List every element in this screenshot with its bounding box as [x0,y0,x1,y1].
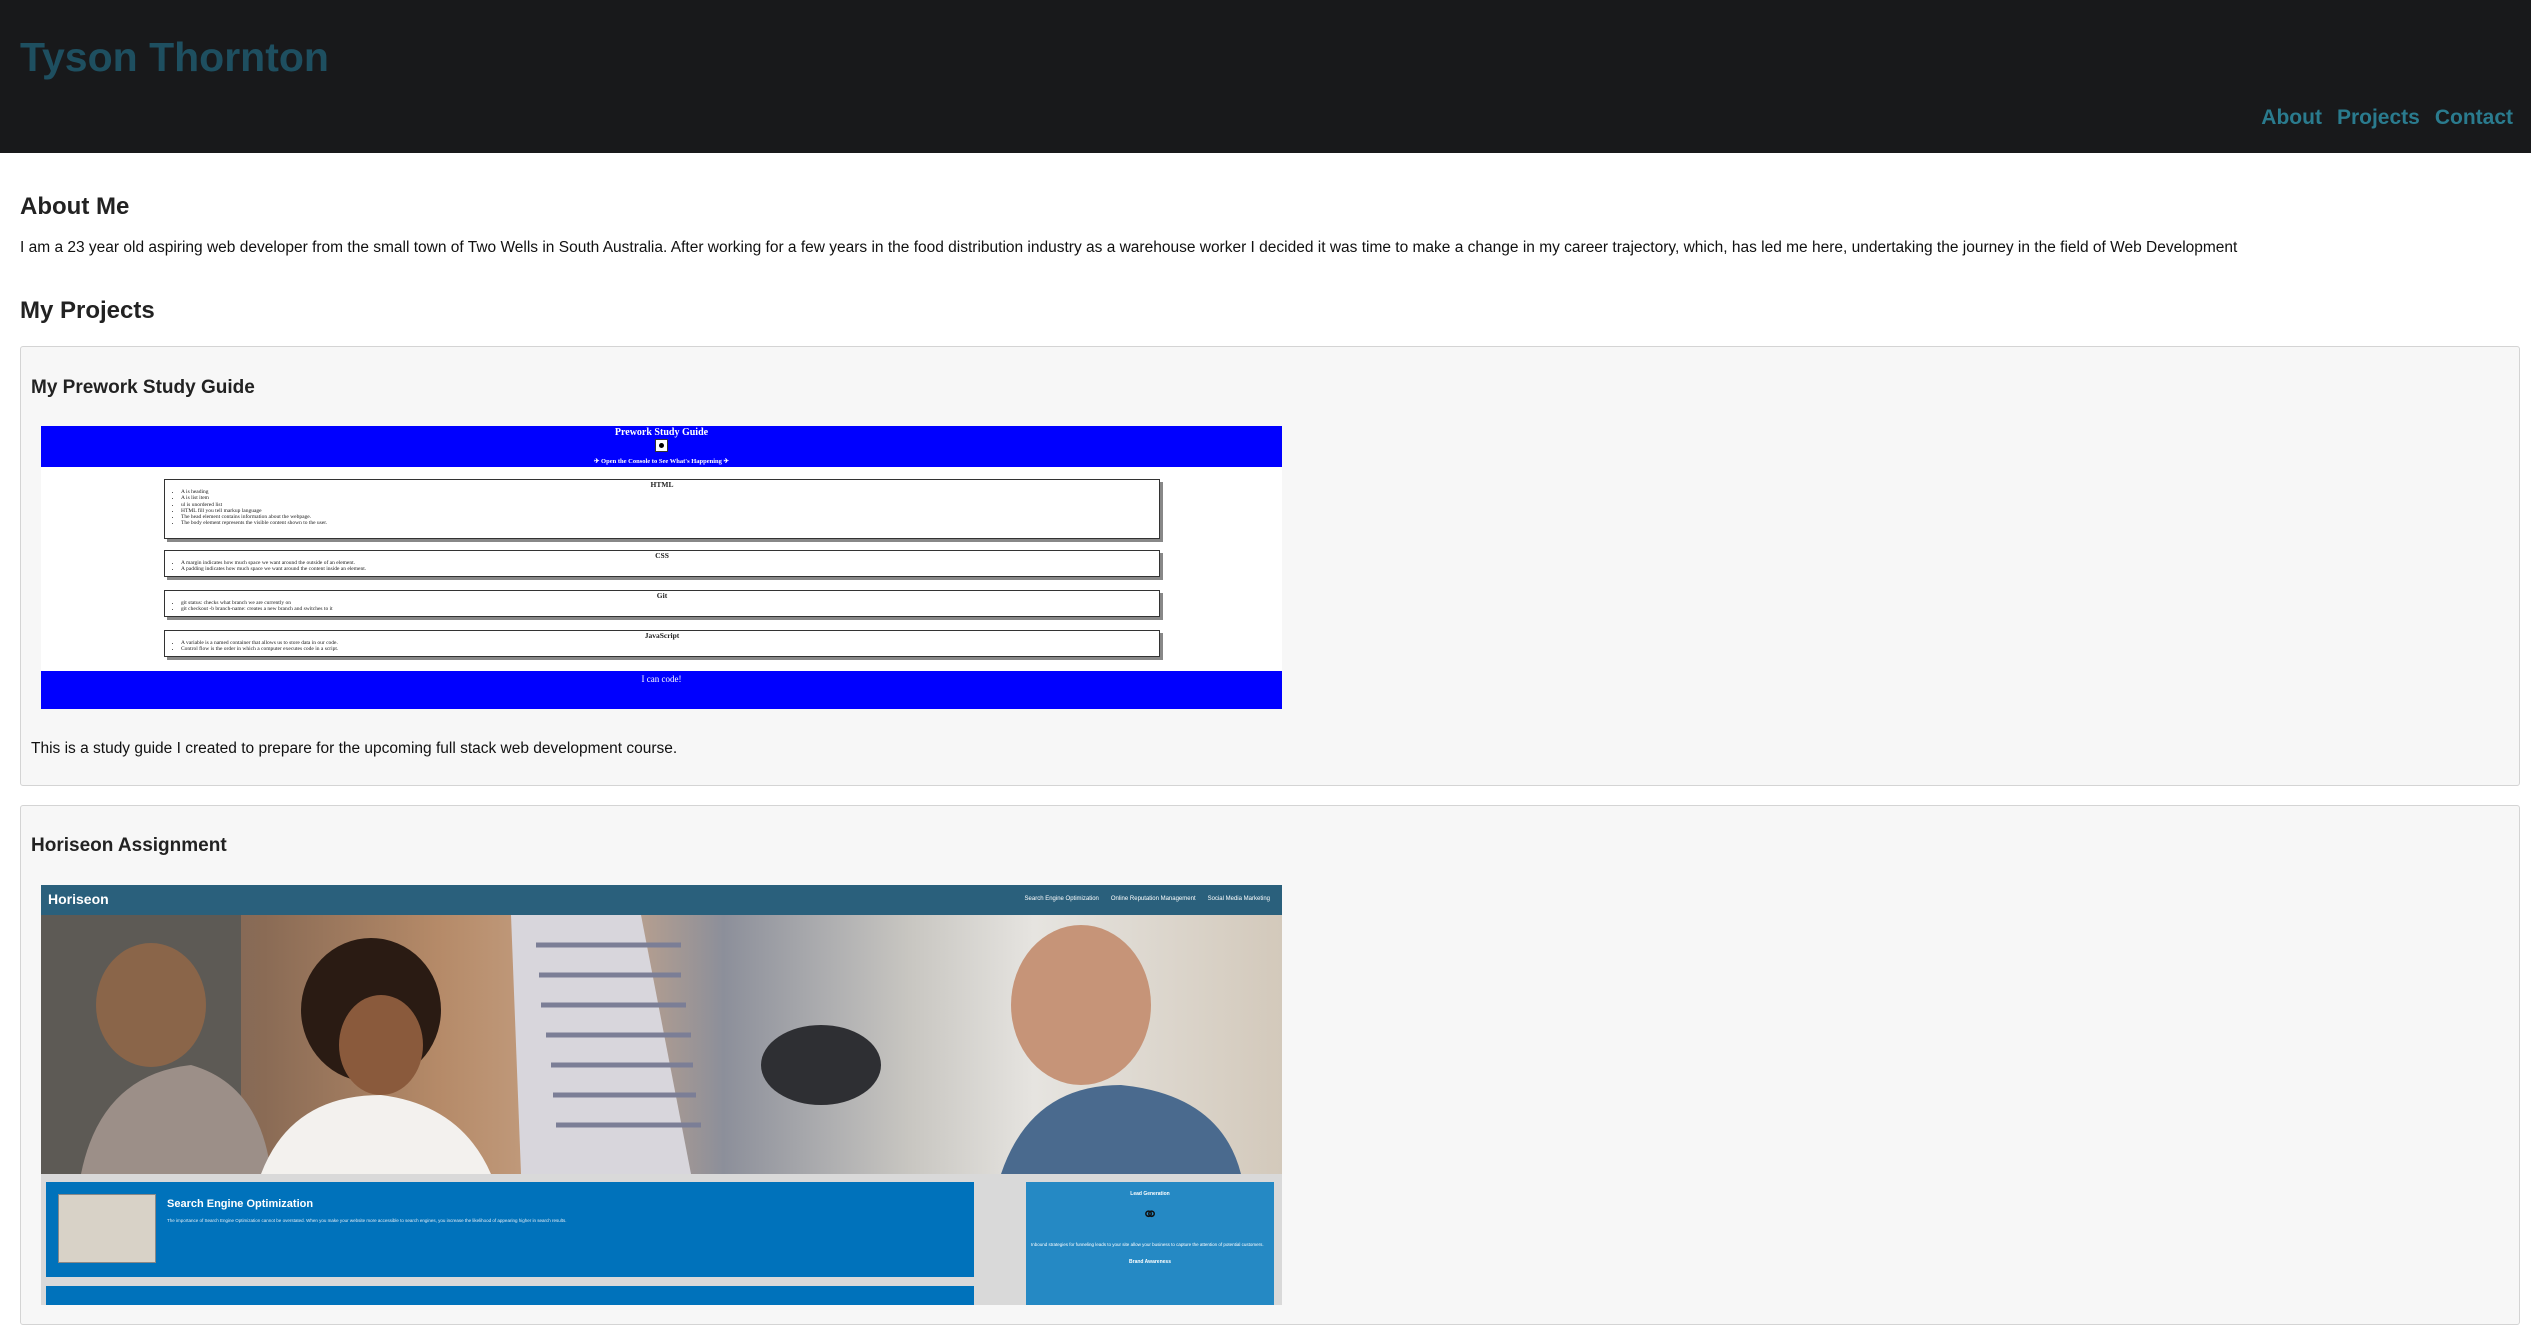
main-nav: About Projects Contact [2261,106,2513,130]
about-heading: About Me [20,193,130,220]
seo-image [58,1194,156,1263]
seo-panel: Search Engine Optimization The importanc… [46,1182,974,1277]
thumb-section-git: Git git status: checks what branch we ar… [164,590,1160,617]
site-header: Tyson Thornton About Projects Contact [0,0,2531,153]
thumb-section-html: HTML A is heading A is list item ul is u… [164,479,1160,539]
aside-title-2: Brand Awareness [1129,1259,1171,1265]
thumb-header: Prework Study Guide ✈ Open the Console t… [41,426,1282,467]
project-card-horiseon: Horiseon Assignment Horiseon Search Engi… [20,805,2520,1325]
benefits-aside: Lead Generation ⚭ Inbound strategies for… [1026,1182,1274,1305]
nav-about-link[interactable]: About [2261,106,2322,130]
nav-contact-link[interactable]: Contact [2435,106,2513,130]
project-title: Horiseon Assignment [31,835,227,856]
about-text: I am a 23 year old aspiring web develope… [20,239,2238,256]
hero-image [41,915,1282,1174]
thumb-title: Prework Study Guide [614,427,709,438]
project-description: This is a study guide I created to prepa… [31,740,678,757]
thumb-section-javascript: JavaScript A variable is a named contain… [164,630,1160,657]
thumb-subtitle: ✈ Open the Console to See What's Happeni… [593,458,729,465]
study-guide-screenshot[interactable]: Prework Study Guide ✈ Open the Console t… [41,426,1282,709]
project-card-study-guide: My Prework Study Guide Prework Study Gui… [20,346,2520,786]
section-title: JavaScript [644,631,680,640]
next-panel [46,1286,974,1305]
list-item: git checkout -b branch-name: creates a n… [181,606,1159,612]
projects-heading: My Projects [20,297,155,324]
list-item: A padding indicates how much space we wa… [181,566,1159,572]
horiseon-screenshot[interactable]: Horiseon Search Engine Optimization Onli… [41,885,1282,1305]
thumb-header: Horiseon Search Engine Optimization Onli… [41,885,1282,915]
list-item: The body element represents the visible … [181,520,1159,526]
hero-people-illustration [41,915,1241,1174]
site-title: Tyson Thornton [20,34,329,80]
horiseon-logo: Horiseon [48,891,109,907]
lightbulb-icon: ⚭ [1141,1204,1159,1226]
thumb-nav-link: Online Reputation Management [1110,896,1196,902]
list-item: Control flow is the order in which a com… [181,646,1159,652]
thumb-nav-link: Social Media Marketing [1207,896,1270,902]
section-title: HTML [650,480,674,489]
thumb-nav-link: Search Engine Optimization [1024,896,1099,902]
panel-text: The importance of Search Engine Optimiza… [167,1218,567,1223]
thumb-nav: Search Engine Optimization Online Reputa… [1025,896,1270,902]
section-title: CSS [655,551,669,560]
nav-projects-link[interactable]: Projects [2337,106,2420,130]
aside-text: Inbound strategies for funneling leads t… [1031,1242,1264,1247]
thumb-section-css: CSS A margin indicates how much space we… [164,550,1160,577]
section-title: Git [656,591,668,600]
aside-title: Lead Generation [1130,1191,1170,1197]
project-title: My Prework Study Guide [31,377,255,398]
profile-icon [655,439,668,452]
thumb-footer: I can code! [41,671,1282,709]
panel-title: Search Engine Optimization [167,1198,314,1210]
